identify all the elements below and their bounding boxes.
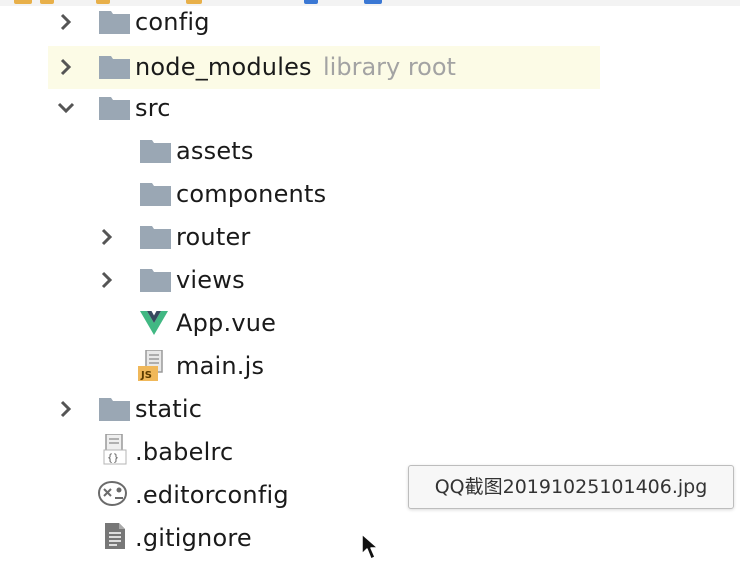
chevron-right-icon[interactable] (56, 57, 76, 77)
folder-icon (99, 8, 131, 38)
tree-item-node-modules[interactable]: node_modules library root (0, 45, 740, 89)
tree-item-static[interactable]: static (0, 389, 740, 429)
folder-icon (99, 53, 131, 83)
folder-icon (140, 137, 172, 167)
folder-icon (99, 395, 131, 425)
tree-item-label: components (176, 180, 327, 208)
tree-item-components[interactable]: components (0, 174, 740, 214)
svg-text:JS: JS (140, 370, 152, 381)
folder-icon (140, 223, 172, 253)
folder-icon (140, 180, 172, 210)
chevron-right-icon[interactable] (56, 399, 76, 419)
vue-file-icon (140, 309, 172, 339)
chevron-down-icon[interactable] (56, 98, 76, 118)
tree-item-label: main.js (176, 352, 265, 380)
chevron-right-icon[interactable] (56, 12, 76, 32)
tree-item-views[interactable]: views (0, 260, 740, 300)
tree-item-src[interactable]: src (0, 88, 740, 128)
file-name-tooltip: QQ截图20191025101406.jpg (408, 465, 734, 509)
tree-item-label: App.vue (176, 309, 277, 337)
folder-icon (140, 266, 172, 296)
library-root-hint: library root (323, 53, 456, 81)
folder-icon (99, 94, 131, 124)
svg-text:{}: {} (107, 453, 119, 464)
tree-item-label: router (176, 223, 251, 251)
tree-item-label: .gitignore (135, 524, 252, 552)
text-file-icon (104, 522, 136, 552)
chevron-right-icon[interactable] (97, 227, 117, 247)
tree-item-main-js[interactable]: JS main.js (0, 346, 740, 386)
tree-item-label: .editorconfig (135, 481, 289, 509)
tree-item-label: .babelrc (135, 438, 234, 466)
editorconfig-file-icon (96, 479, 128, 509)
js-file-icon: JS (138, 350, 170, 381)
tree-item-config[interactable]: config (0, 2, 740, 42)
tree-item-label: node_modules (135, 53, 312, 81)
tree-item-label: config (135, 8, 210, 36)
tree-item-label: src (135, 94, 171, 122)
json-config-file-icon: {} (100, 434, 132, 465)
chevron-right-icon[interactable] (97, 270, 117, 290)
tree-item-router[interactable]: router (0, 217, 740, 257)
tree-item-label: views (176, 266, 245, 294)
tree-item-app-vue[interactable]: App.vue (0, 303, 740, 343)
tree-item-label: assets (176, 137, 254, 165)
tree-item-label: static (135, 395, 203, 423)
tree-item-assets[interactable]: assets (0, 131, 740, 171)
mouse-pointer-icon (360, 532, 384, 562)
